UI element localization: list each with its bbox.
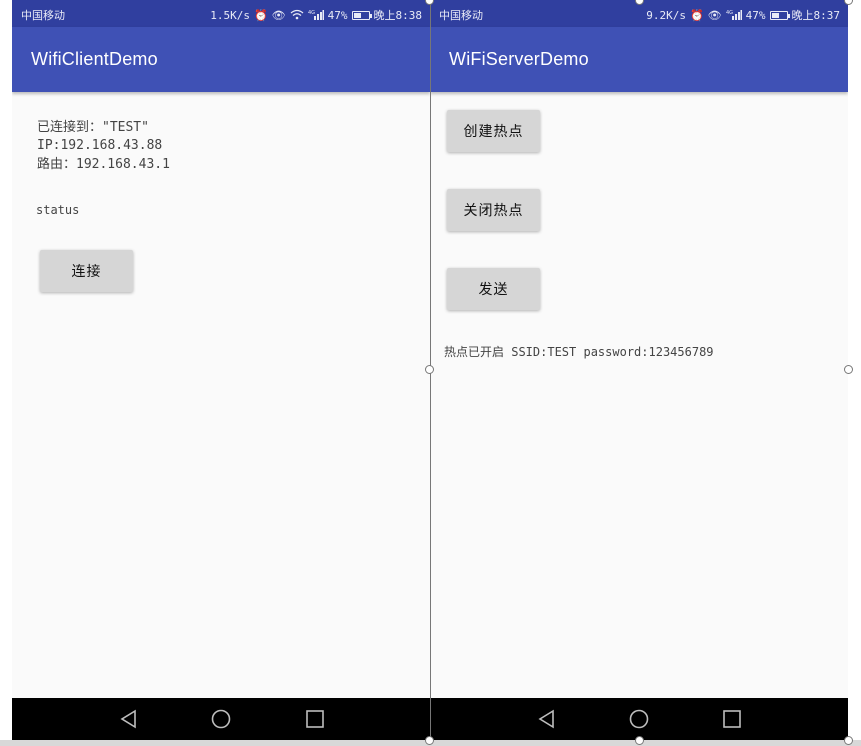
network-type-label: 4G: [726, 10, 733, 16]
hotspot-status-text: 热点已开启 SSID:TEST password:123456789: [444, 345, 714, 359]
ip-address-text: IP:192.168.43.88: [37, 138, 163, 153]
recents-icon[interactable]: [305, 709, 325, 729]
status-text: status: [36, 203, 80, 217]
home-icon[interactable]: [211, 709, 231, 729]
resize-handle[interactable]: [844, 365, 853, 374]
back-icon[interactable]: [537, 709, 557, 729]
home-icon[interactable]: [629, 709, 649, 729]
clock: 晚上8:38: [373, 9, 423, 22]
back-icon[interactable]: [119, 709, 139, 729]
alarm-icon: ⏰: [689, 8, 704, 22]
resize-handle[interactable]: [425, 365, 434, 374]
battery-icon: [351, 10, 372, 20]
status-bar: 中国移动 1.5K/s ⏰ 👁 4G 47% 晚上8:38: [12, 0, 430, 27]
client-content: 已连接到："TEST" IP:192.168.43.88 路由：192.168.…: [12, 92, 430, 698]
connected-ssid-text: 已连接到："TEST": [37, 120, 149, 135]
battery-icon: [769, 10, 790, 20]
resize-handle[interactable]: [844, 0, 853, 5]
signal-icon: 4G: [726, 9, 742, 22]
router-address-text: 路由：192.168.43.1: [37, 157, 170, 172]
wifi-icon: [290, 9, 304, 22]
resize-handle[interactable]: [425, 736, 434, 745]
server-content: 创建热点 关闭热点 发送 热点已开启 SSID:TEST password:12…: [430, 92, 848, 698]
battery-percent: 47%: [327, 8, 348, 22]
eye-icon: 👁: [707, 8, 722, 22]
app-bar: WiFiServerDemo: [430, 27, 848, 92]
carrier-label: 中国移动: [439, 9, 483, 22]
close-hotspot-button[interactable]: 关闭热点: [447, 189, 540, 231]
network-speed: 1.5K/s: [210, 8, 250, 22]
network-speed: 9.2K/s: [646, 8, 686, 22]
app-title: WiFiServerDemo: [449, 49, 589, 69]
resize-handle[interactable]: [635, 736, 644, 745]
create-hotspot-button[interactable]: 创建热点: [447, 110, 540, 152]
server-phone-screen: 中国移动 9.2K/s ⏰ 👁 4G 47% 晚上8:37 WiFiServer…: [430, 0, 848, 740]
carrier-label: 中国移动: [21, 9, 65, 22]
send-button[interactable]: 发送: [447, 268, 540, 310]
clock: 晚上8:37: [791, 9, 841, 22]
alarm-icon: ⏰: [253, 8, 268, 22]
app-bar: WifiClientDemo: [12, 27, 430, 92]
navigation-bar: [430, 698, 848, 740]
navigation-bar: [12, 698, 430, 740]
client-phone-screen: 中国移动 1.5K/s ⏰ 👁 4G 47% 晚上8:38 WifiClient…: [12, 0, 430, 740]
eye-icon: 👁: [271, 8, 286, 22]
app-title: WifiClientDemo: [31, 49, 158, 69]
battery-percent: 47%: [745, 8, 766, 22]
resize-handle[interactable]: [844, 736, 853, 745]
recents-icon[interactable]: [722, 709, 742, 729]
network-type-label: 4G: [308, 10, 315, 16]
connect-button[interactable]: 连接: [40, 250, 133, 292]
signal-icon: 4G: [308, 9, 324, 22]
